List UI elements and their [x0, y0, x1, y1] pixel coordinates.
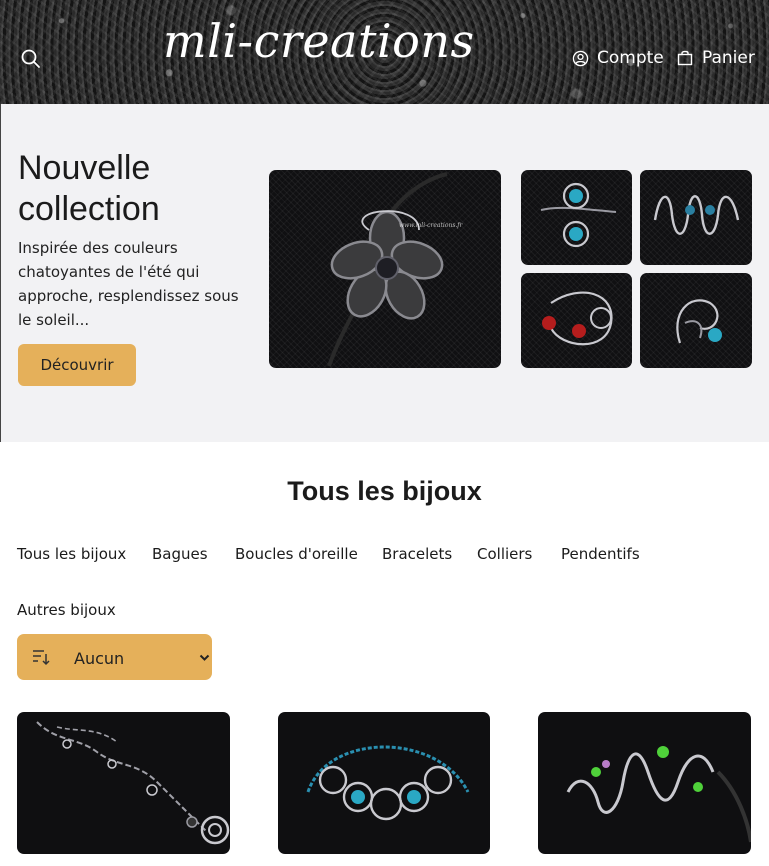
account-link[interactable]: Compte — [572, 48, 664, 68]
category-pendants[interactable]: Pendentifs — [561, 545, 640, 563]
site-logo[interactable]: mli-creations — [163, 18, 475, 64]
site-header: mli-creations Compte Panier — [0, 0, 769, 104]
product-image-3 — [566, 746, 751, 843]
flower-necklace-image — [327, 172, 448, 367]
product-image-1 — [36, 721, 230, 845]
product-image-2 — [306, 745, 470, 821]
sort-icon — [33, 650, 50, 666]
hero-description: Inspirée des couleurs chatoyantes de l'é… — [18, 239, 239, 329]
sort-selected-value: Aucun — [74, 649, 125, 668]
hero-photo-ring-3 — [521, 273, 632, 368]
hero-photo-ring-1 — [521, 170, 632, 265]
hero-photo-ring-2 — [640, 170, 752, 265]
hero-banner: Nouvelle collection Inspirée des couleur… — [0, 104, 769, 442]
chevron-down-icon — [199, 654, 210, 661]
cart-icon — [677, 50, 693, 66]
category-bracelets[interactable]: Bracelets — [382, 545, 452, 563]
category-all[interactable]: Tous les bijoux — [17, 545, 126, 563]
watermark: www.mli-creations.fr — [399, 222, 463, 229]
category-rings[interactable]: Bagues — [152, 545, 208, 563]
hero-title: Nouvelle collection — [18, 149, 160, 228]
account-icon — [572, 50, 589, 66]
cart-label: Panier — [702, 48, 755, 68]
section-title: Tous les bijoux — [287, 476, 482, 506]
hero-photo-main: www.mli-creations.fr — [269, 170, 501, 368]
cart-link[interactable]: Panier — [677, 48, 755, 68]
category-necklaces[interactable]: Colliers — [477, 545, 532, 563]
search-icon — [21, 49, 40, 68]
account-label: Compte — [597, 48, 664, 68]
search-button[interactable] — [20, 48, 42, 70]
sort-select[interactable]: Aucun — [17, 634, 212, 680]
category-other[interactable]: Autres bijoux — [17, 601, 116, 619]
category-earrings[interactable]: Boucles d'oreille — [235, 545, 358, 563]
product-card-1[interactable] — [17, 712, 230, 854]
product-card-2[interactable] — [278, 712, 490, 854]
hero-photo-ring-4 — [640, 273, 752, 368]
product-card-3[interactable] — [538, 712, 751, 854]
discover-button[interactable]: Découvrir — [18, 344, 136, 386]
